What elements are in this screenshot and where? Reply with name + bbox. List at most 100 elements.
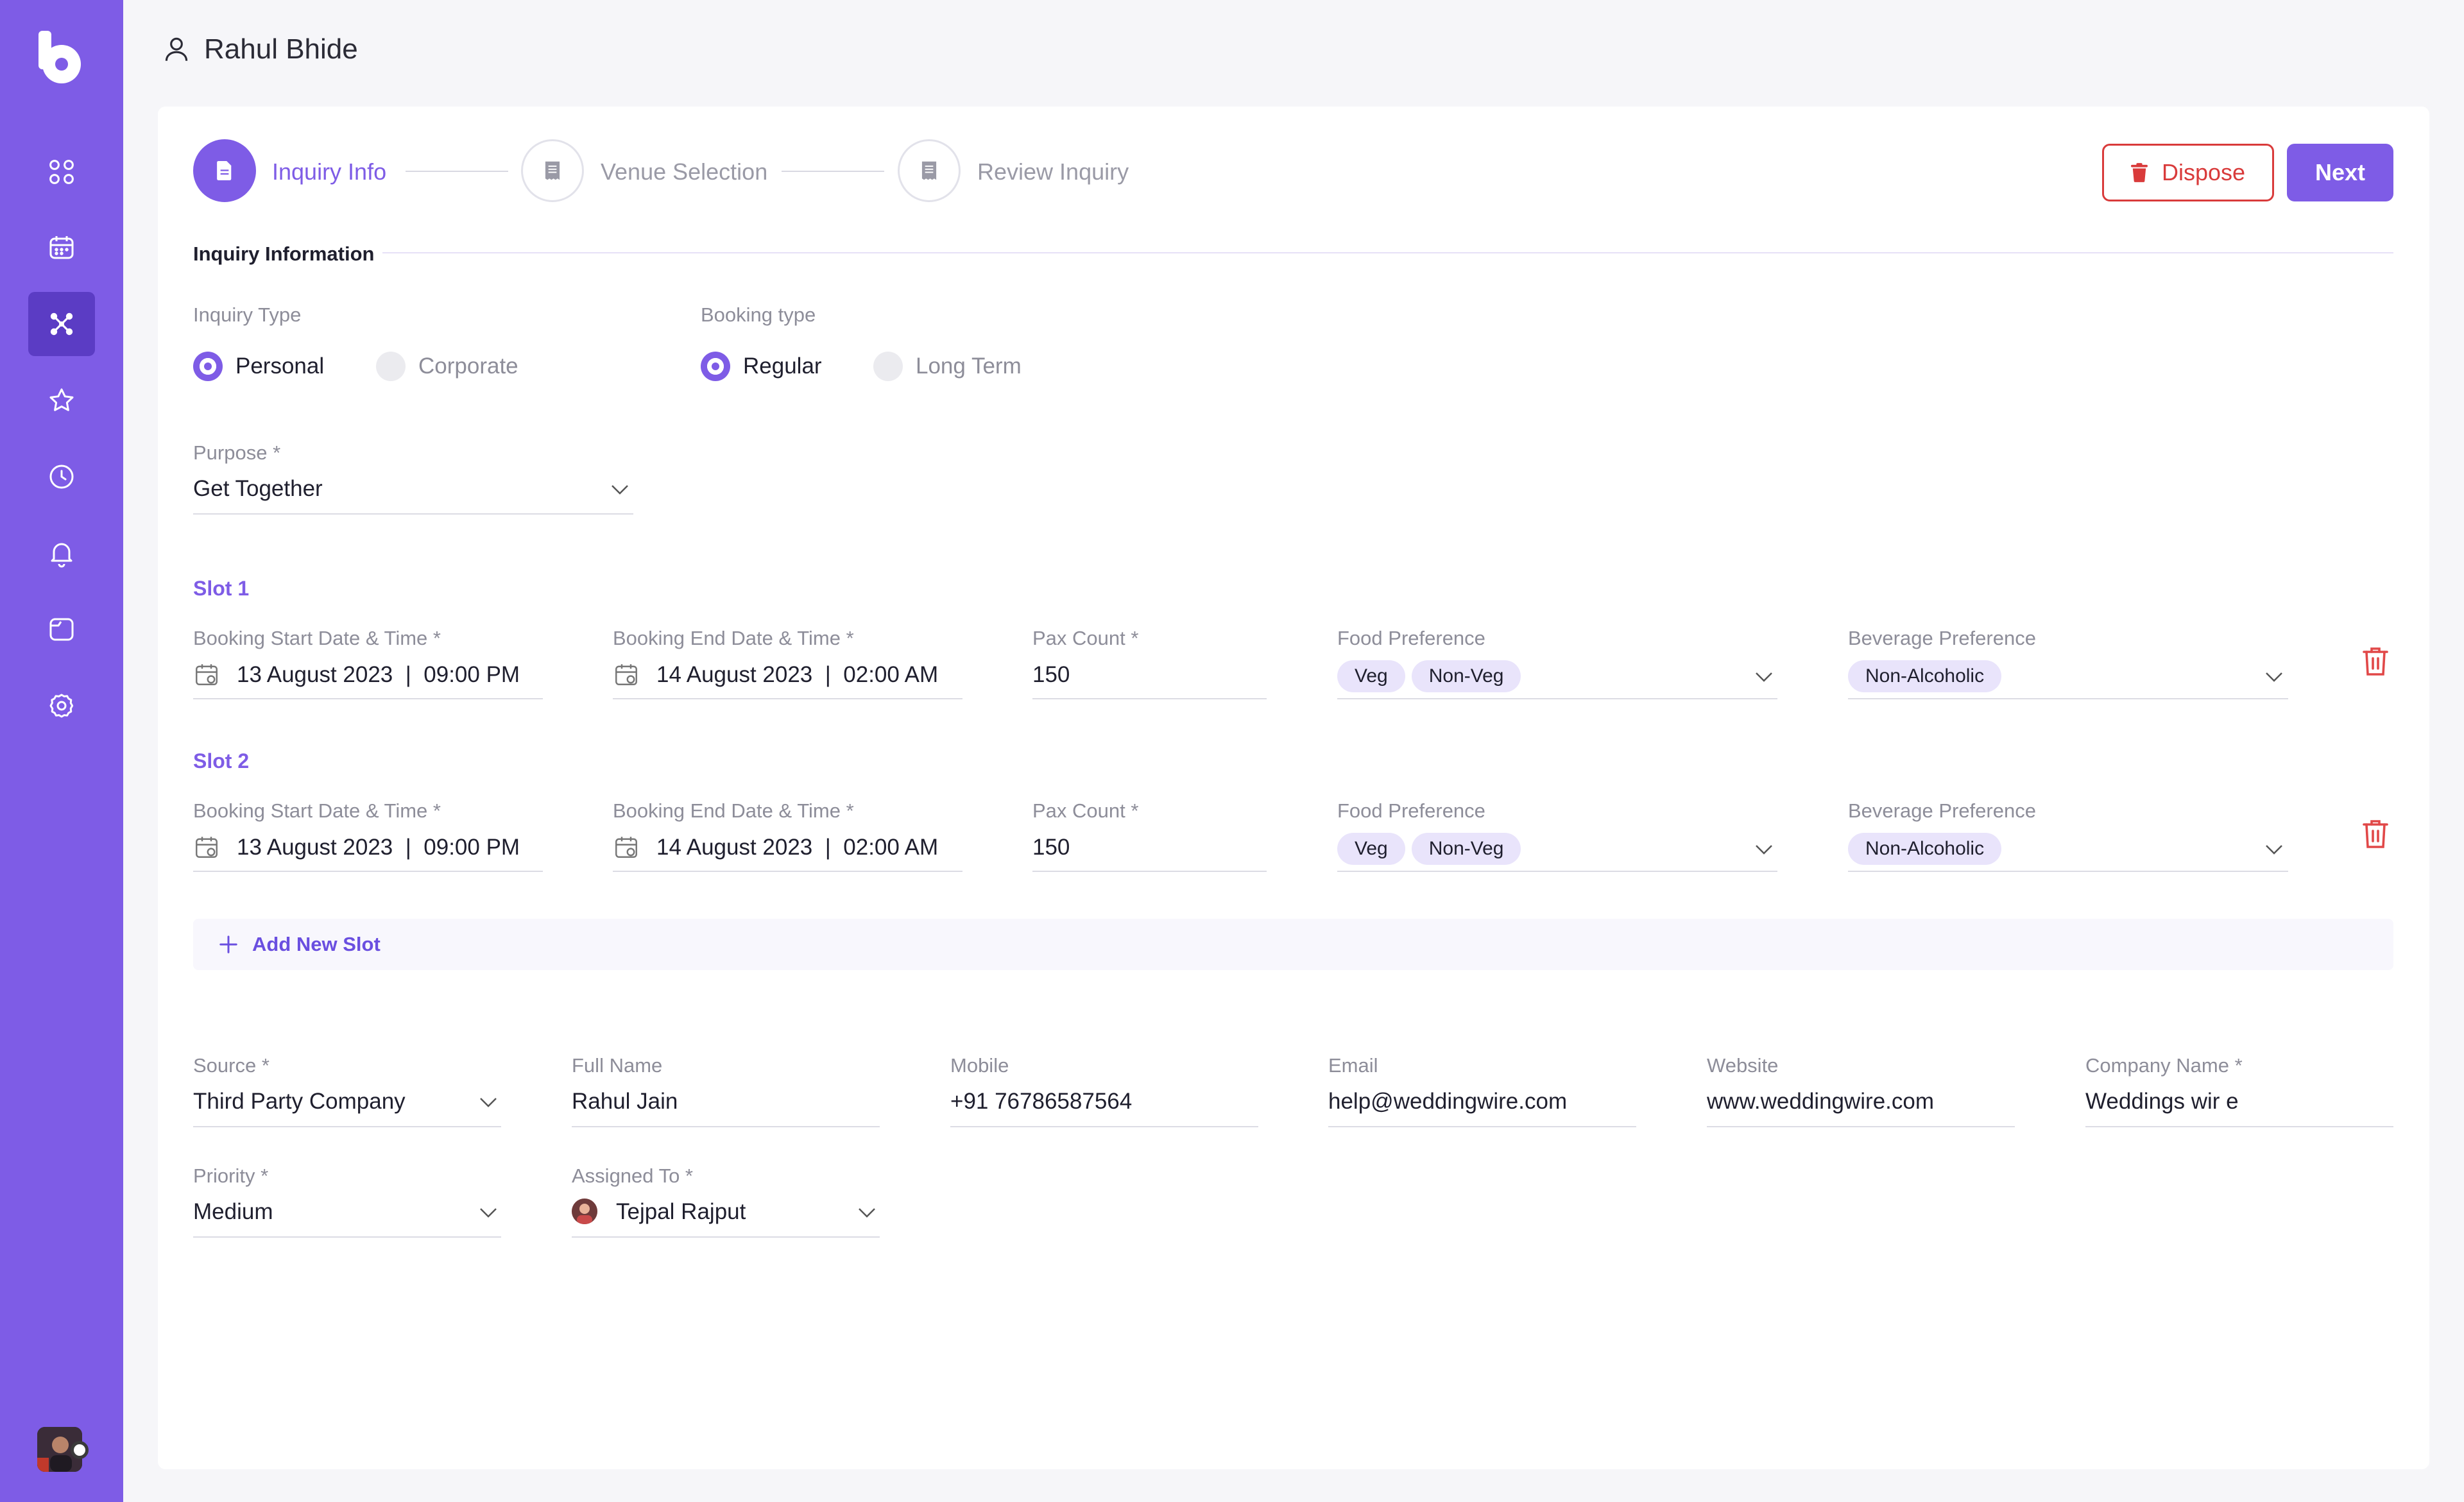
step-venue-selection[interactable]: Venue Selection <box>601 158 767 185</box>
booking-start-input[interactable]: 13 August 2023 | 09:00 PM <box>237 662 520 688</box>
chip-non-veg: Non-Veg <box>1411 660 1521 692</box>
sidebar-item-notifications[interactable] <box>28 521 95 585</box>
step-review-inquiry-circle[interactable] <box>898 139 961 202</box>
sidebar-item-documents[interactable] <box>28 597 95 661</box>
food-preference-label: Food Preference <box>1337 627 1485 649</box>
step-inquiry-info[interactable]: Inquiry Info <box>272 158 386 185</box>
delete-slot-1-trash-icon[interactable] <box>2361 645 2390 678</box>
add-new-slot-label: Add New Slot <box>252 933 381 955</box>
sidebar-item-history[interactable] <box>28 445 95 509</box>
assigned-to-select[interactable]: Tejpal Rajput <box>616 1199 746 1225</box>
radio-label: Personal <box>235 354 325 379</box>
chip-non-alcoholic: Non-Alcoholic <box>1848 660 2002 692</box>
user-icon <box>165 37 188 61</box>
field-underline <box>1848 871 2288 872</box>
mobile-input[interactable]: +91 76786587564 <box>950 1089 1132 1114</box>
field-underline <box>2085 1126 2393 1127</box>
radio-regular[interactable]: Regular <box>701 352 822 381</box>
email-input[interactable]: help@weddingwire.com <box>1328 1089 1567 1114</box>
booking-type-label: Booking type <box>701 303 816 326</box>
website-input[interactable]: www.weddingwire.com <box>1707 1089 1934 1114</box>
step-review-inquiry[interactable]: Review Inquiry <box>977 158 1129 185</box>
dispose-button[interactable]: Dispose <box>2102 144 2274 201</box>
chevron-down-icon[interactable] <box>2264 844 2284 855</box>
field-underline <box>950 1126 1258 1127</box>
beverage-preference-label: Beverage Preference <box>1848 627 2036 649</box>
booking-end-label: Booking End Date & Time * <box>613 627 854 649</box>
field-underline <box>193 1236 501 1238</box>
section-divider <box>382 252 2393 253</box>
priority-label: Priority * <box>193 1165 269 1187</box>
sidebar-item-settings[interactable] <box>28 674 95 738</box>
add-new-slot-button[interactable]: Add New Slot <box>193 919 2393 970</box>
inquiry-card <box>158 107 2429 1469</box>
purpose-label: Purpose * <box>193 441 281 464</box>
field-underline <box>572 1236 880 1238</box>
sidebar-item-inquiries[interactable] <box>28 292 95 356</box>
radio-label: Regular <box>743 354 822 379</box>
field-underline <box>193 1126 501 1127</box>
receipt-icon <box>921 161 937 180</box>
trash-icon <box>2130 163 2148 182</box>
radio-personal[interactable]: Personal <box>193 352 324 381</box>
purpose-select[interactable]: Get Together <box>193 476 323 502</box>
chevron-down-icon[interactable] <box>1754 844 1774 855</box>
chevron-down-icon[interactable] <box>610 484 629 495</box>
booking-end-input[interactable]: 14 August 2023 | 02:00 AM <box>656 835 938 860</box>
calendar-icon <box>615 664 637 685</box>
star-icon <box>49 388 74 411</box>
mobile-label: Mobile <box>950 1054 1009 1077</box>
step-inquiry-info-circle[interactable] <box>193 139 256 202</box>
sidebar <box>0 0 123 1502</box>
beverage-preference-select[interactable]: Non-Alcoholic <box>1848 833 2008 865</box>
chip-non-veg: Non-Veg <box>1411 833 1521 865</box>
pax-count-input[interactable]: 150 <box>1032 835 1070 860</box>
document-icon <box>217 160 232 181</box>
chip-non-alcoholic: Non-Alcoholic <box>1848 833 2002 865</box>
booking-end-label: Booking End Date & Time * <box>613 799 854 822</box>
chip-veg: Veg <box>1337 660 1405 692</box>
full-name-label: Full Name <box>572 1054 663 1077</box>
radio-selected-icon <box>701 352 730 381</box>
chevron-down-icon[interactable] <box>2264 671 2284 683</box>
app-logo[interactable] <box>38 31 82 85</box>
chip-veg: Veg <box>1337 833 1405 865</box>
page-header: Rahul Bhide <box>160 33 358 65</box>
company-name-label: Company Name * <box>2085 1054 2243 1077</box>
sidebar-item-favorites[interactable] <box>28 368 95 432</box>
radio-long-term[interactable]: Long Term <box>873 352 1022 381</box>
source-select[interactable]: Third Party Company <box>193 1089 406 1114</box>
food-preference-label: Food Preference <box>1337 799 1485 822</box>
next-button[interactable]: Next <box>2287 144 2393 201</box>
plus-icon <box>219 935 237 953</box>
beverage-preference-select[interactable]: Non-Alcoholic <box>1848 660 2008 692</box>
assigned-to-label: Assigned To * <box>572 1165 693 1187</box>
field-underline <box>193 513 633 515</box>
step-venue-selection-circle[interactable] <box>521 139 584 202</box>
priority-select[interactable]: Medium <box>193 1199 273 1225</box>
booking-start-input[interactable]: 13 August 2023 | 09:00 PM <box>237 835 520 860</box>
field-underline <box>572 1126 880 1127</box>
field-underline <box>613 871 963 872</box>
company-name-input[interactable]: Weddings wir e <box>2085 1089 2239 1114</box>
step-connector <box>782 171 884 172</box>
booking-end-input[interactable]: 14 August 2023 | 02:00 AM <box>656 662 938 688</box>
sidebar-item-dashboard[interactable] <box>28 140 95 204</box>
chevron-down-icon[interactable] <box>1754 671 1774 683</box>
page-title: Rahul Bhide <box>204 33 358 65</box>
radio-corporate[interactable]: Corporate <box>376 352 518 381</box>
sidebar-item-calendar[interactable] <box>28 216 95 280</box>
food-preference-select[interactable]: Veg Non-Veg <box>1337 833 1527 865</box>
dashboard-icon <box>49 160 74 184</box>
food-preference-select[interactable]: Veg Non-Veg <box>1337 660 1527 692</box>
radio-unselected-icon <box>376 352 406 381</box>
field-underline <box>1032 871 1267 872</box>
delete-slot-2-trash-icon[interactable] <box>2361 818 2390 850</box>
full-name-input[interactable]: Rahul Jain <box>572 1089 678 1114</box>
field-underline <box>1707 1126 2015 1127</box>
chevron-down-icon[interactable] <box>479 1207 498 1218</box>
pax-count-input[interactable]: 150 <box>1032 662 1070 688</box>
chevron-down-icon[interactable] <box>857 1207 877 1218</box>
chevron-down-icon[interactable] <box>479 1097 498 1108</box>
radio-label: Corporate <box>418 354 518 379</box>
